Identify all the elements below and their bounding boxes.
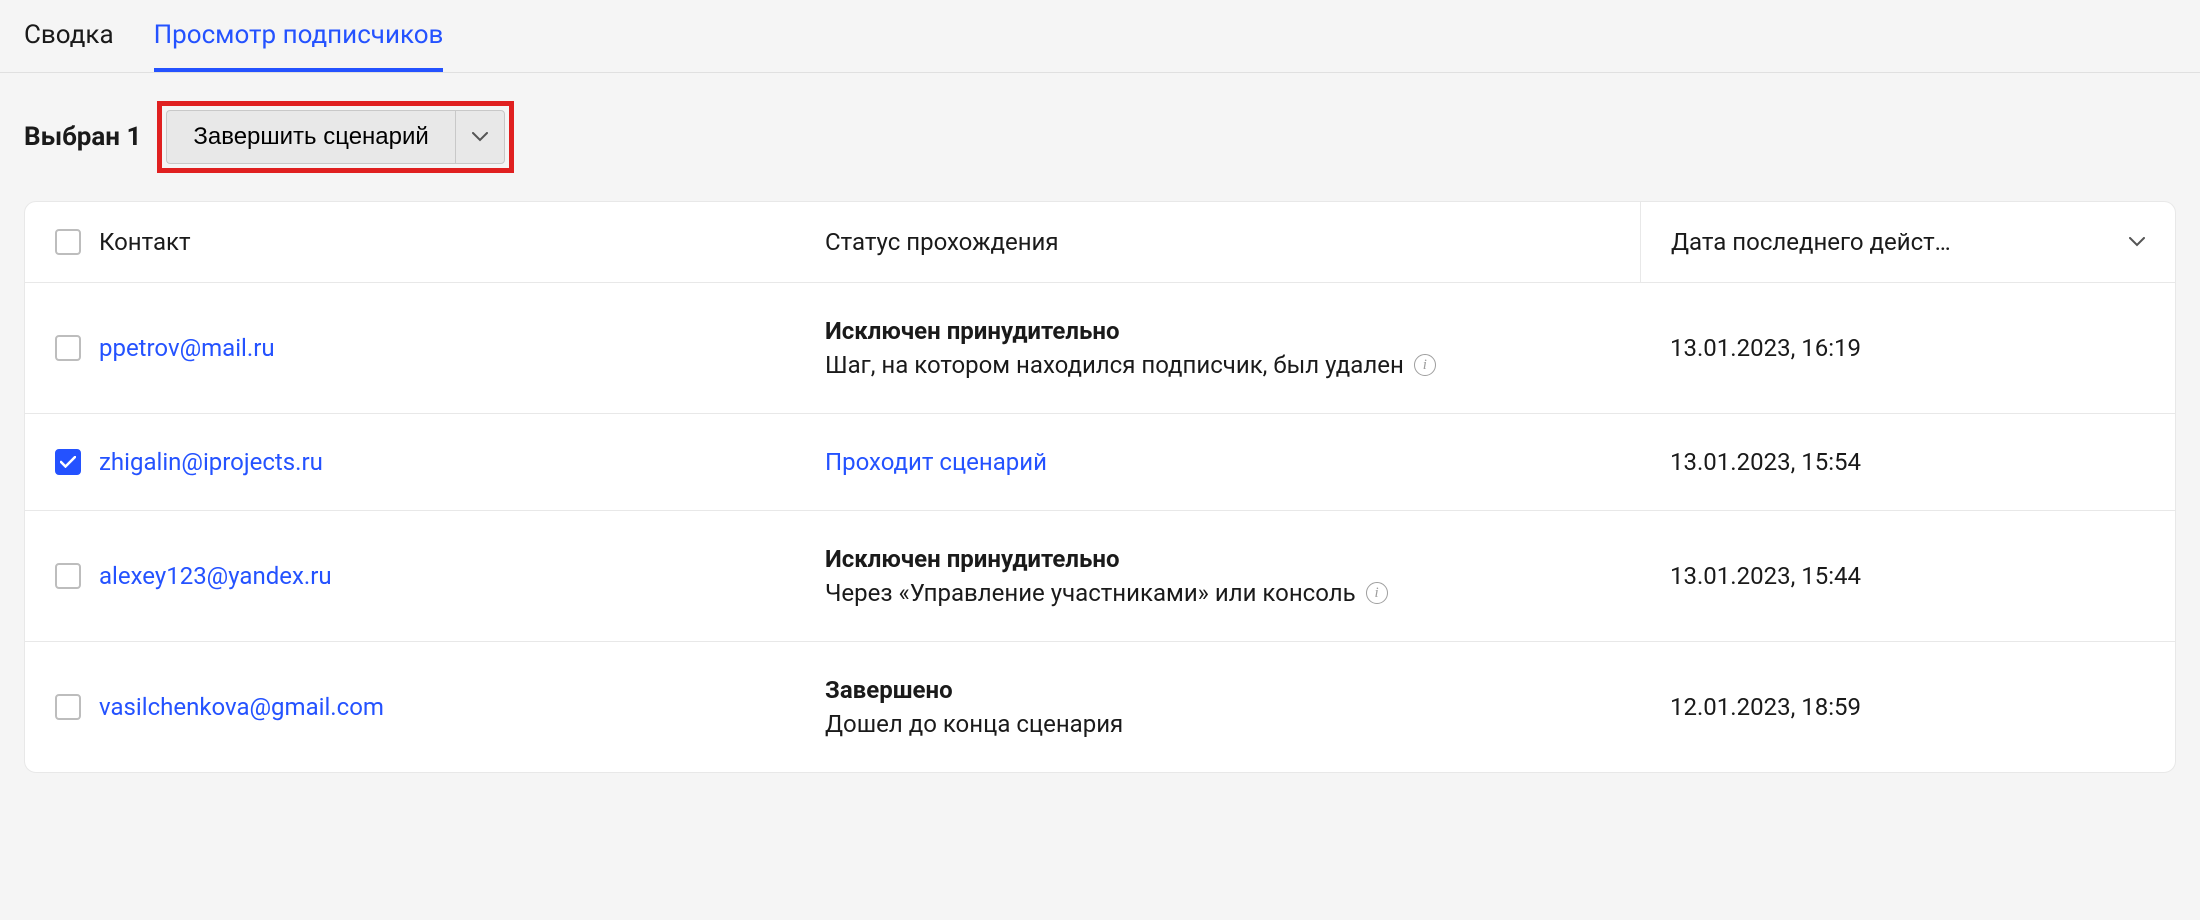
status-title[interactable]: Проходит сценарий bbox=[825, 448, 1047, 476]
status-subtitle-text: Дошел до конца сценария bbox=[825, 710, 1123, 738]
select-all-checkbox[interactable] bbox=[55, 229, 81, 255]
row-checkbox[interactable] bbox=[55, 563, 81, 589]
th-status: Статус прохождения bbox=[795, 202, 1640, 282]
date-text: 13.01.2023, 15:44 bbox=[1670, 562, 1861, 590]
contact-cell: ppetrov@mail.ru bbox=[25, 283, 795, 413]
status-cell: Проходит сценарий bbox=[795, 414, 1640, 510]
check-icon bbox=[60, 456, 76, 468]
row-checkbox[interactable] bbox=[55, 335, 81, 361]
table-row: vasilchenkova@gmail.com Завершено Дошел до… bbox=[25, 642, 2175, 772]
date-text: 12.01.2023, 18:59 bbox=[1670, 693, 1861, 721]
contact-cell: alexey123@yandex.ru bbox=[25, 511, 795, 641]
row-checkbox[interactable] bbox=[55, 449, 81, 475]
contact-cell: vasilchenkova@gmail.com bbox=[25, 642, 795, 772]
complete-scenario-dropdown[interactable] bbox=[455, 110, 505, 164]
table-row: ppetrov@mail.ru Исключен принудительно Шаг… bbox=[25, 283, 2175, 414]
row-checkbox[interactable] bbox=[55, 694, 81, 720]
complete-scenario-split-button: Завершить сценарий bbox=[166, 110, 504, 164]
table-body: ppetrov@mail.ru Исключен принудительно Шаг… bbox=[25, 283, 2175, 772]
date-cell: 13.01.2023, 15:54 bbox=[1640, 414, 2175, 510]
date-text: 13.01.2023, 15:54 bbox=[1670, 448, 1861, 476]
contact-link[interactable]: zhigalin@iprojects.ru bbox=[99, 448, 323, 476]
contact-link[interactable]: alexey123@yandex.ru bbox=[99, 562, 332, 590]
table-header: Контакт Статус прохождения Дата последне… bbox=[25, 202, 2175, 283]
th-date[interactable]: Дата последнего дейст… bbox=[1640, 202, 2175, 282]
info-icon[interactable]: i bbox=[1366, 582, 1388, 604]
status-title: Исключен принудительно bbox=[825, 545, 1120, 573]
chevron-down-icon bbox=[472, 132, 488, 142]
th-contact-label: Контакт bbox=[99, 228, 191, 256]
tabs-bar: Сводка Просмотр подписчиков bbox=[0, 0, 2200, 73]
selected-count: Выбран 1 bbox=[24, 122, 141, 152]
status-title: Завершено bbox=[825, 676, 953, 704]
subscribers-table: Контакт Статус прохождения Дата последне… bbox=[24, 201, 2176, 773]
status-subtitle: Дошел до конца сценария bbox=[825, 710, 1123, 738]
contact-cell: zhigalin@iprojects.ru bbox=[25, 414, 795, 510]
date-cell: 12.01.2023, 18:59 bbox=[1640, 642, 2175, 772]
chevron-down-icon bbox=[2129, 237, 2145, 247]
tab-summary[interactable]: Сводка bbox=[24, 20, 114, 72]
th-contact: Контакт bbox=[25, 202, 795, 282]
table-row: zhigalin@iprojects.ru Проходит сценарий 13… bbox=[25, 414, 2175, 511]
action-bar: Выбран 1 Завершить сценарий bbox=[0, 73, 2200, 201]
status-subtitle: Шаг, на котором находился подписчик, был… bbox=[825, 351, 1436, 379]
highlight-annotation: Завершить сценарий bbox=[157, 101, 513, 173]
contact-link[interactable]: ppetrov@mail.ru bbox=[99, 334, 275, 362]
status-subtitle: Через «Управление участниками» или консо… bbox=[825, 579, 1388, 607]
th-status-label: Статус прохождения bbox=[825, 228, 1059, 256]
date-cell: 13.01.2023, 15:44 bbox=[1640, 511, 2175, 641]
complete-scenario-button[interactable]: Завершить сценарий bbox=[166, 110, 454, 164]
contact-link[interactable]: vasilchenkova@gmail.com bbox=[99, 693, 384, 721]
status-cell: Завершено Дошел до конца сценария bbox=[795, 642, 1640, 772]
info-icon[interactable]: i bbox=[1414, 354, 1436, 376]
status-title: Исключен принудительно bbox=[825, 317, 1120, 345]
date-cell: 13.01.2023, 16:19 bbox=[1640, 283, 2175, 413]
date-text: 13.01.2023, 16:19 bbox=[1670, 334, 1861, 362]
status-cell: Исключен принудительно Шаг, на котором на… bbox=[795, 283, 1640, 413]
status-subtitle-text: Шаг, на котором находился подписчик, был… bbox=[825, 351, 1404, 379]
table-row: alexey123@yandex.ru Исключен принудительн… bbox=[25, 511, 2175, 642]
th-date-label: Дата последнего дейст… bbox=[1671, 228, 1951, 256]
status-subtitle-text: Через «Управление участниками» или консо… bbox=[825, 579, 1356, 607]
status-cell: Исключен принудительно Через «Управление … bbox=[795, 511, 1640, 641]
tab-subscribers[interactable]: Просмотр подписчиков bbox=[154, 20, 444, 72]
